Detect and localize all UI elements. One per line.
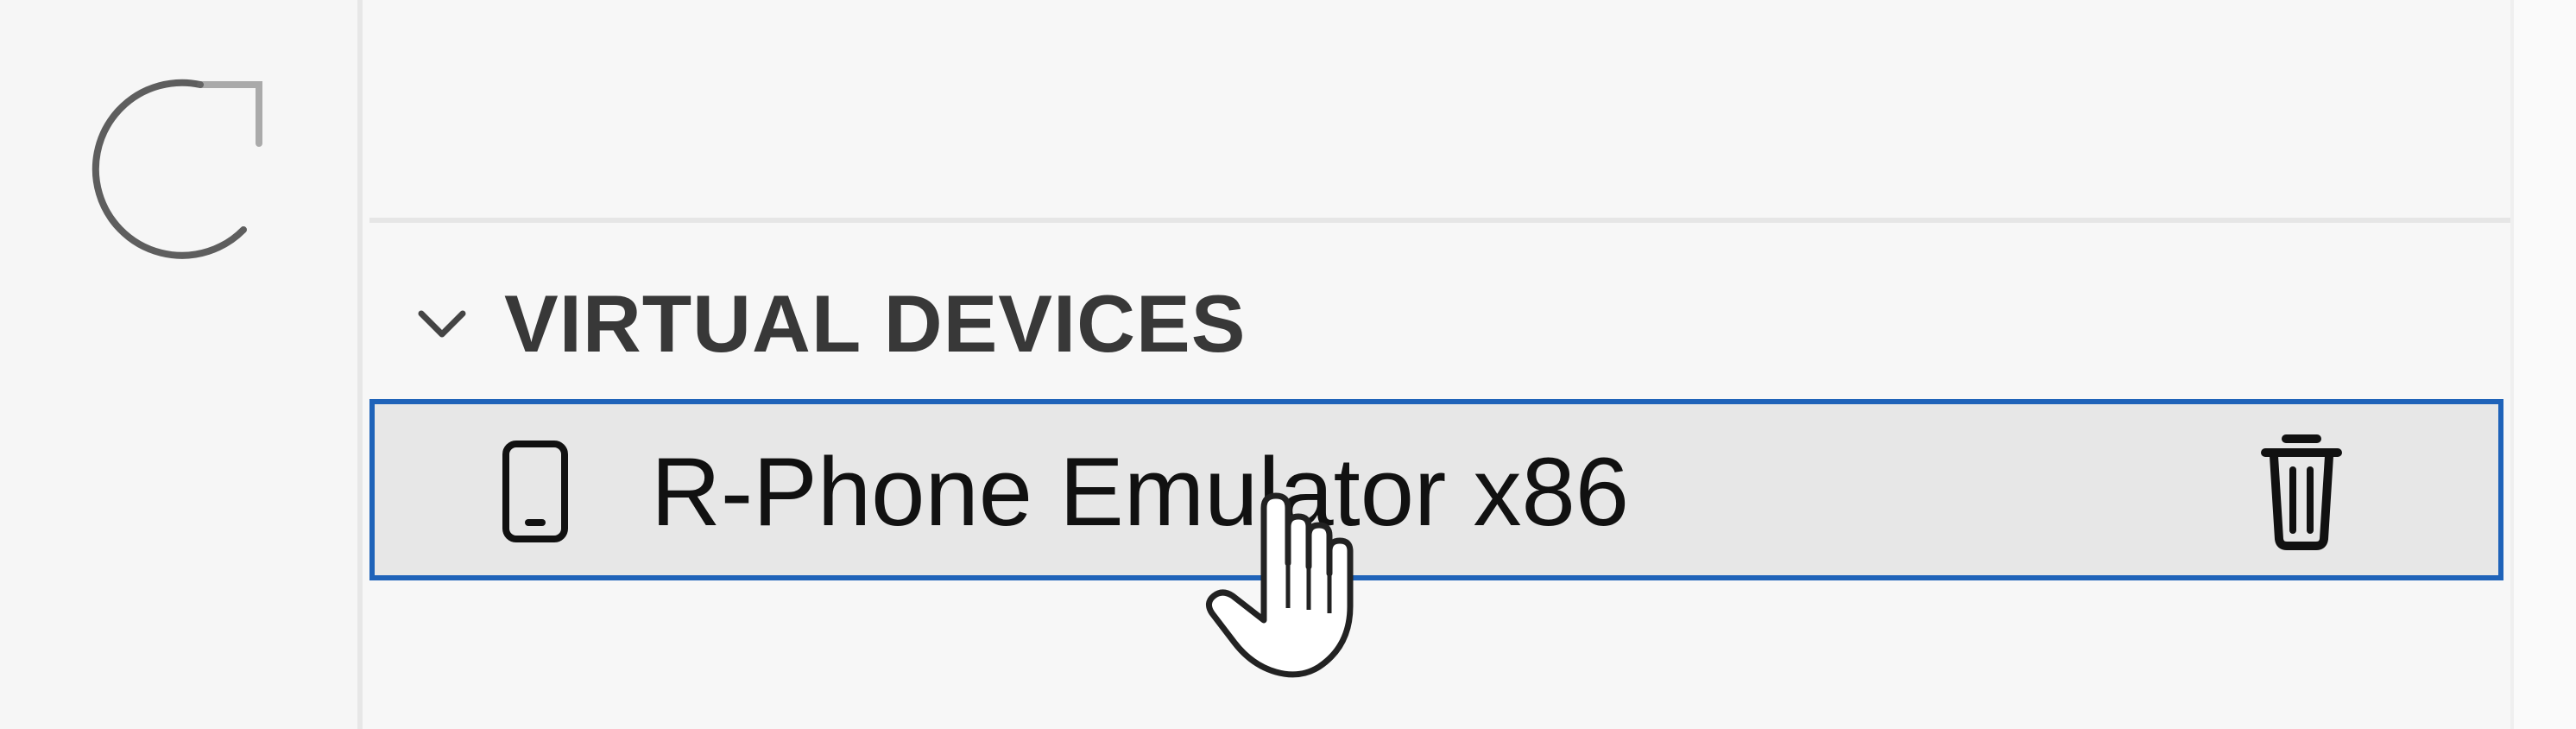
panel-right-edge: [2510, 0, 2576, 729]
trash-icon[interactable]: [2250, 428, 2353, 553]
section-title: VIRTUAL DEVICES: [504, 278, 1247, 369]
app-window: VIRTUAL DEVICES R-Phone Emulator x86: [0, 0, 2576, 729]
chevron-down-icon[interactable]: [413, 295, 471, 353]
phone-icon: [496, 441, 575, 542]
activity-bar: [0, 0, 363, 729]
virtual-devices-section-header[interactable]: VIRTUAL DEVICES: [413, 259, 1246, 389]
loading-spinner-icon: [54, 67, 280, 294]
panel-separator: [369, 218, 2510, 223]
device-name: R-Phone Emulator x86: [651, 438, 1630, 546]
virtual-device-list-item[interactable]: R-Phone Emulator x86: [369, 399, 2503, 580]
